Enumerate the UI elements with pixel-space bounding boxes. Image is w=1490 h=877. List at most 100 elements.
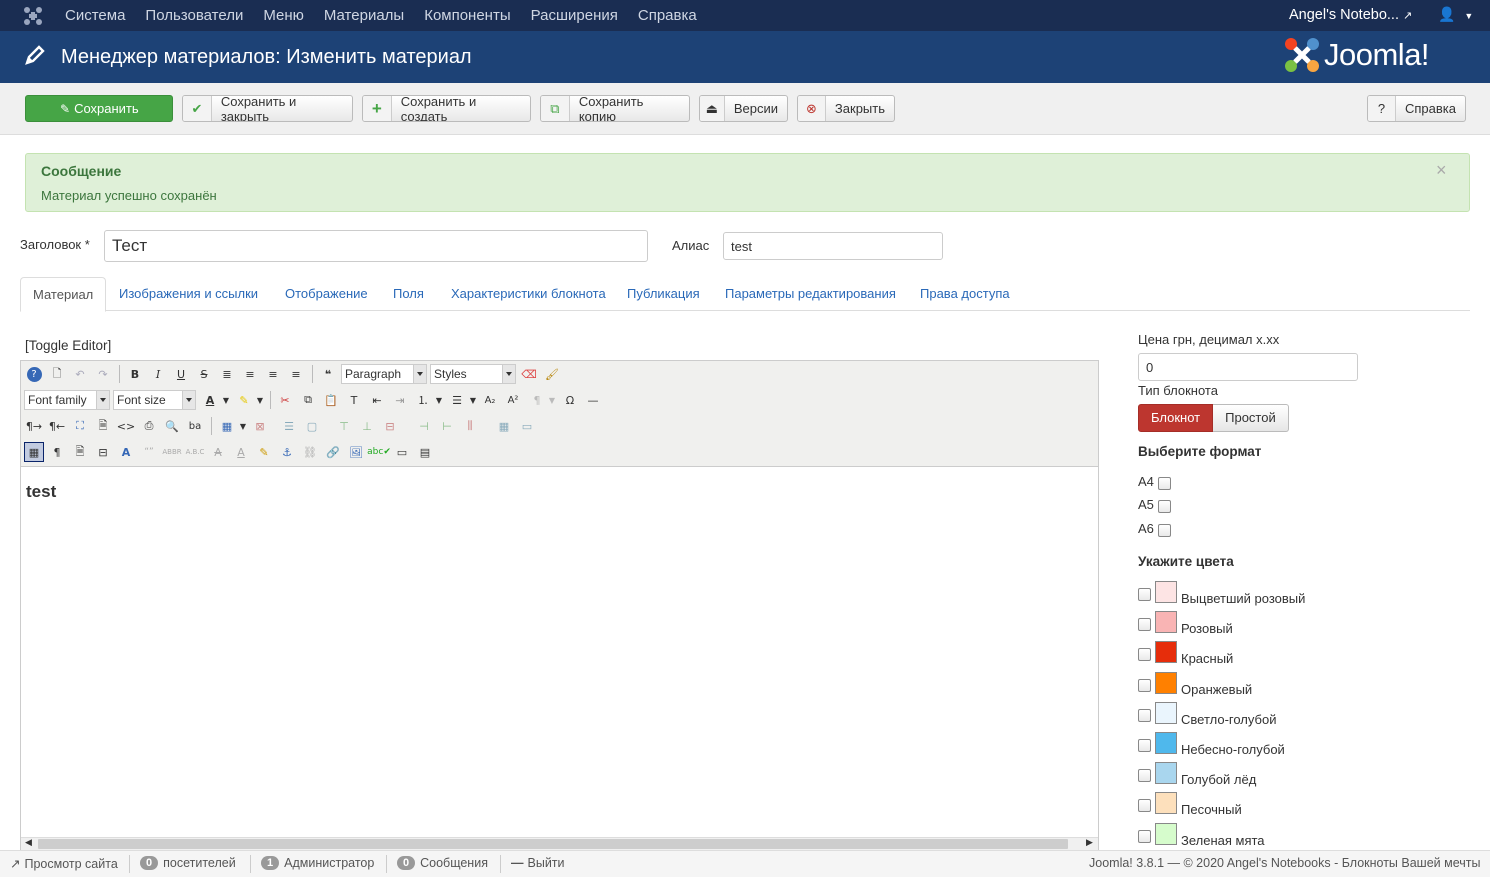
type-simple-button[interactable]: Простой [1213,404,1289,432]
scrollbar-thumb[interactable] [38,839,1068,849]
acronym-icon[interactable]: A.B.C [185,442,205,462]
horizontal-scrollbar[interactable]: ◀ ▶ [21,837,1098,850]
view-site-link[interactable]: ↗ Просмотр сайта [10,856,118,872]
anchor-icon[interactable]: ⚓ [277,442,297,462]
tab-permissions[interactable]: Права доступа [908,277,1022,312]
image-icon[interactable]: 🖼 [346,442,366,462]
menu-help[interactable]: Справка [628,7,707,24]
user-menu[interactable]: 👤 ▼ [1438,6,1473,23]
type-notebook-button[interactable]: Блокнот [1138,404,1214,432]
color-checkbox[interactable] [1138,708,1151,722]
ltr-icon[interactable]: ¶→ [24,416,44,436]
font-family-select[interactable]: Font family [24,390,110,410]
insertion-icon[interactable]: A [231,442,251,462]
italic-icon[interactable]: I [148,364,168,384]
spellcheck-icon[interactable]: abc✔ [367,442,391,462]
outdent-icon[interactable]: ⇤ [367,390,387,410]
save-new-button[interactable]: + Сохранить и создать [362,95,531,122]
insert-row-after-icon[interactable]: ⊥ [357,416,377,436]
styleprops-icon[interactable]: A [116,442,136,462]
tab-publishing[interactable]: Публикация [615,277,712,312]
merge-cells-icon[interactable]: ▭ [517,416,537,436]
undo-icon[interactable]: ↶ [70,364,90,384]
messages-status[interactable]: 0 Сообщения [397,856,488,870]
menu-content[interactable]: Материалы [314,7,414,24]
deletion-icon[interactable]: A [208,442,228,462]
insert-col-after-icon[interactable]: ⊢ [437,416,457,436]
save-button[interactable]: ✎ Сохранить [25,95,173,122]
tab-content[interactable]: Материал [20,277,107,312]
color-checkbox[interactable] [1138,829,1151,843]
tab-images-links[interactable]: Изображения и ссылки [107,277,270,312]
unlink-icon[interactable]: ⛓ [300,442,320,462]
find-icon[interactable]: 🔍 [162,416,182,436]
table-dropdown-icon[interactable]: ▼ [238,416,248,436]
attributes-icon[interactable]: ✎ [254,442,274,462]
align-justify-icon[interactable]: ≣ [217,364,237,384]
numbered-list-icon[interactable]: ⒈ [413,390,433,410]
rtl-icon[interactable]: ¶← [47,416,67,436]
code-icon[interactable]: <> [116,416,136,436]
logout-link[interactable]: — Выйти [511,856,565,870]
strikethrough-icon[interactable]: S [194,364,214,384]
save-close-button[interactable]: ✔ Сохранить и закрыть [182,95,353,122]
menu-users[interactable]: Пользователи [135,7,253,24]
align-right-icon[interactable]: ≡ [286,364,306,384]
title-input[interactable]: Тест [104,230,648,262]
versions-button[interactable]: ⏏ Версии [699,95,788,122]
color-checkbox[interactable] [1138,648,1151,662]
format-a6-checkbox[interactable] [1158,524,1171,537]
link-icon[interactable]: 🔗 [323,442,343,462]
new-document-icon[interactable]: 🗋 [47,364,67,384]
tab-display[interactable]: Отображение [273,277,380,312]
format-a5-checkbox[interactable] [1158,500,1171,513]
alias-input[interactable]: test [723,232,943,260]
align-center-icon[interactable]: ≡ [240,364,260,384]
text-color-dropdown-icon[interactable]: ▼ [221,390,231,410]
text-direction-icon[interactable]: ¶ [527,390,547,410]
numbered-list-dropdown-icon[interactable]: ▼ [434,390,444,410]
help-button[interactable]: ? Справка [1367,95,1466,122]
paste-icon[interactable]: 📋 [321,390,341,410]
indent-icon[interactable]: ⇥ [390,390,410,410]
tab-fields[interactable]: Поля [381,277,436,312]
styles-select[interactable]: Styles [430,364,516,384]
menu-menus[interactable]: Меню [253,7,314,24]
site-link[interactable]: Angel's Notebo... ↗ [1289,7,1412,23]
format-a4-checkbox[interactable] [1158,477,1171,490]
align-left-icon[interactable]: ≡ [263,364,283,384]
color-checkbox[interactable] [1138,769,1151,783]
tab-notebook-specs[interactable]: Характеристики блокнота [439,277,618,312]
superscript-icon[interactable]: A² [503,390,523,410]
close-icon[interactable]: × [1436,160,1447,181]
color-checkbox[interactable] [1138,588,1151,601]
replace-icon[interactable]: ba [185,416,205,436]
paste-text-icon[interactable]: T [344,390,364,410]
visual-aid-icon[interactable]: ▦ [24,442,44,462]
close-button[interactable]: ⊗ Закрыть [797,95,895,122]
special-char-icon[interactable]: Ω [560,390,580,410]
abbr-icon[interactable]: ABBR [162,442,182,462]
color-checkbox[interactable] [1138,678,1151,692]
layer-icon[interactable]: ▤ [415,442,435,462]
redo-icon[interactable]: ↷ [93,364,113,384]
color-checkbox[interactable] [1138,618,1151,632]
print-icon[interactable]: ⎙ [139,416,159,436]
media-icon[interactable]: ▭ [392,442,412,462]
scroll-left-arrow-icon[interactable]: ◀ [25,837,32,848]
cite-icon[interactable]: “” [139,442,159,462]
save-copy-button[interactable]: ⧉ Сохранить копию [540,95,690,122]
show-blocks-icon[interactable]: ¶ [47,442,67,462]
menu-system[interactable]: Система [55,7,135,24]
menu-components[interactable]: Компоненты [414,7,520,24]
blockquote-icon[interactable]: ❝ [318,364,338,384]
insert-row-before-icon[interactable]: ⊤ [334,416,354,436]
table-icon[interactable]: ▦ [217,416,237,436]
bullet-list-icon[interactable]: ☰ [447,390,467,410]
text-color-icon[interactable]: A [200,390,220,410]
color-checkbox[interactable] [1138,799,1151,813]
delete-table-icon[interactable]: ⊠ [250,416,270,436]
scroll-right-arrow-icon[interactable]: ▶ [1086,837,1093,848]
split-cells-icon[interactable]: ▦ [494,416,514,436]
preview-icon[interactable]: 🗎 [93,416,113,436]
